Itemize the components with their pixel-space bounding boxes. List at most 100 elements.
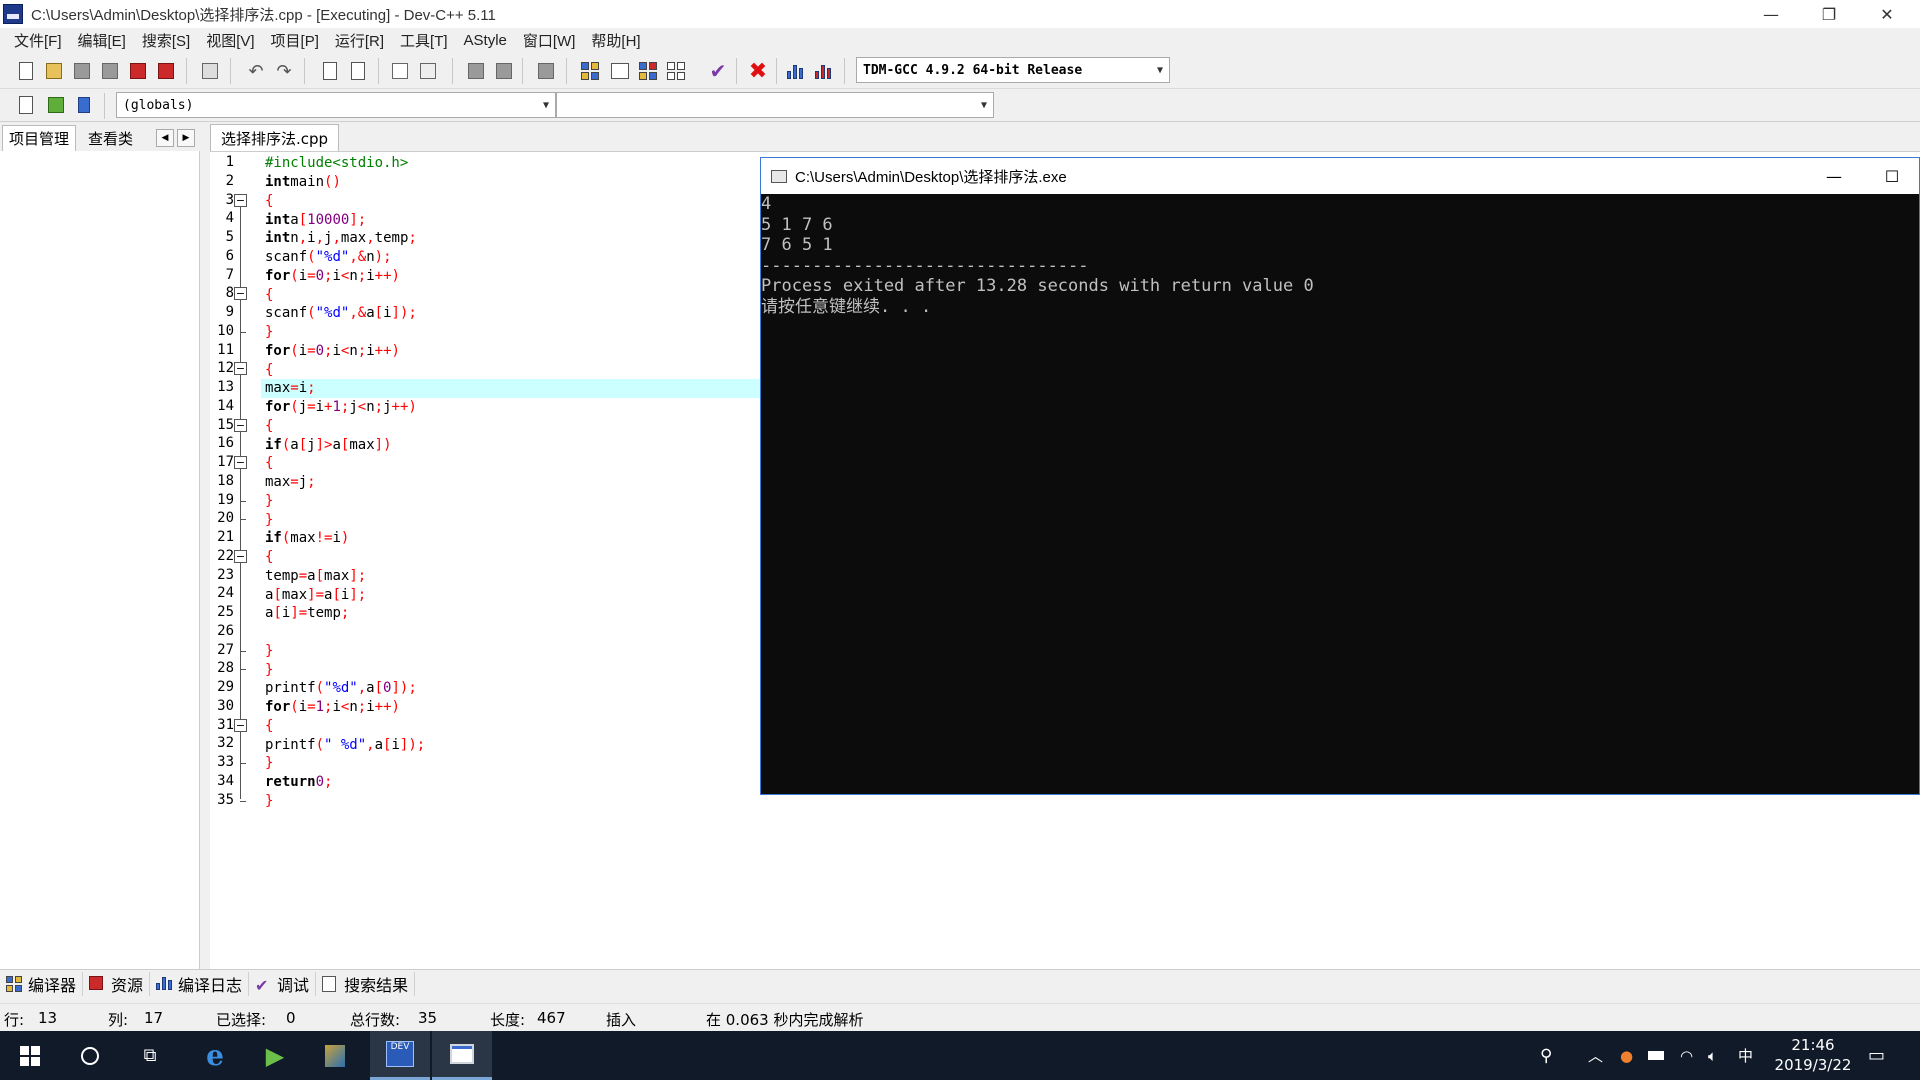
fold-toggle-icon[interactable]: −	[234, 549, 247, 563]
close-button[interactable]: ✕	[1858, 0, 1916, 28]
menu-window[interactable]: 窗口[W]	[515, 30, 584, 51]
system-clock[interactable]: 21:46 2019/3/22	[1768, 1035, 1858, 1075]
code-line[interactable]: {	[265, 454, 273, 473]
code-line[interactable]: int n, i, j, max, temp;	[265, 229, 417, 248]
menu-tools[interactable]: 工具[T]	[392, 30, 456, 51]
code-line[interactable]: }	[265, 642, 273, 661]
code-line[interactable]: a[i] = temp;	[265, 604, 349, 623]
code-line[interactable]: {	[265, 548, 273, 567]
find-icon[interactable]	[318, 59, 342, 83]
action-center-icon[interactable]: ▭	[1868, 1031, 1885, 1080]
menu-edit[interactable]: 编辑[E]	[70, 30, 134, 51]
code-line[interactable]: for (i = 0; i < n; i + +)	[265, 267, 400, 286]
fold-toggle-icon[interactable]: −	[234, 193, 247, 207]
code-line[interactable]: {	[265, 417, 273, 436]
menu-astyle[interactable]: AStyle	[456, 32, 515, 49]
code-line[interactable]: int main()	[265, 173, 341, 192]
editor-file-tab[interactable]: 选择排序法.cpp	[210, 124, 340, 151]
game-launcher-icon[interactable]	[305, 1031, 365, 1080]
goto-icon[interactable]	[44, 93, 68, 117]
code-line[interactable]: for (i = 0; i < n ; i + +)	[265, 342, 400, 361]
code-line[interactable]: return 0;	[265, 773, 332, 792]
people-icon[interactable]: ⚲	[1540, 1031, 1552, 1080]
tab-search-results[interactable]: 搜索结果	[316, 971, 416, 996]
windows-start-icon[interactable]	[0, 1031, 60, 1080]
member-select[interactable]: ▼	[556, 92, 994, 118]
compiler-select[interactable]: TDM-GCC 4.9.2 64-bit Release ▼	[856, 57, 1170, 83]
profile-icon[interactable]	[784, 59, 808, 83]
tray-expand-icon[interactable]: ︿	[1588, 1031, 1603, 1080]
compile-run-icon[interactable]	[636, 59, 660, 83]
tab-debug[interactable]: ✔ 调试	[249, 971, 317, 996]
nav-next-icon[interactable]: ▶	[177, 129, 195, 147]
edge-browser-icon[interactable]: e	[185, 1031, 245, 1080]
code-line[interactable]: if (max ! = i)	[265, 529, 349, 548]
console-window[interactable]: C:\Users\Admin\Desktop\选择排序法.exe — ☐ 45 …	[760, 157, 1920, 795]
run-icon[interactable]	[608, 59, 632, 83]
battery-icon[interactable]	[1648, 1031, 1664, 1080]
minimize-button[interactable]: —	[1742, 0, 1800, 28]
tab-compile-log[interactable]: 编译日志	[150, 971, 250, 996]
media-player-icon[interactable]: ▶	[245, 1031, 305, 1080]
fold-toggle-icon[interactable]: −	[234, 362, 247, 376]
print-icon[interactable]	[198, 59, 222, 83]
wifi-icon[interactable]: ◠	[1680, 1031, 1693, 1080]
code-line[interactable]: #include<stdio.h>	[265, 154, 408, 173]
code-line[interactable]: {	[265, 285, 273, 304]
unindent-icon[interactable]	[464, 59, 488, 83]
stop-execution-icon[interactable]: ✖	[746, 59, 770, 84]
tab-resources[interactable]: 资源	[83, 971, 151, 996]
indent-icon[interactable]	[492, 59, 516, 83]
menu-file[interactable]: 文件[F]	[6, 30, 70, 51]
console-minimize-button[interactable]: —	[1805, 158, 1863, 194]
close-all-icon[interactable]	[154, 59, 178, 83]
menu-help[interactable]: 帮助[H]	[583, 30, 648, 51]
console-maximize-button[interactable]: ☐	[1863, 158, 1920, 194]
goto-line-icon[interactable]	[388, 59, 412, 83]
save-all-icon[interactable]	[98, 59, 122, 83]
compile-icon[interactable]	[578, 59, 602, 83]
devcpp-taskbar-icon[interactable]: DEV	[370, 1031, 430, 1080]
project-tree-panel[interactable]	[0, 151, 200, 969]
code-line[interactable]: }	[265, 323, 273, 342]
code-line[interactable]: }	[265, 660, 273, 679]
code-line[interactable]: scanf("%d", & n);	[265, 248, 392, 267]
code-line[interactable]: printf(" %d", a[i]);	[265, 735, 425, 754]
code-line[interactable]: if (a[j] > a[max])	[265, 435, 392, 454]
comment-icon[interactable]	[534, 59, 558, 83]
code-line[interactable]: }	[265, 754, 273, 773]
code-line[interactable]: max = i;	[265, 379, 316, 398]
search-circle-icon[interactable]	[60, 1031, 120, 1080]
undo-icon[interactable]: ↶	[244, 59, 268, 83]
task-view-icon[interactable]: ⧉	[120, 1031, 180, 1080]
menu-search[interactable]: 搜索[S]	[134, 30, 198, 51]
nav-prev-icon[interactable]: ◀	[156, 129, 174, 147]
rebuild-icon[interactable]	[664, 59, 688, 83]
open-file-icon[interactable]	[42, 59, 66, 83]
menu-project[interactable]: 项目[P]	[263, 30, 327, 51]
tab-classes[interactable]: 查看类	[82, 125, 140, 151]
replace-icon[interactable]	[346, 59, 370, 83]
code-line[interactable]: }	[265, 510, 273, 529]
toggle-bookmark-icon[interactable]	[416, 59, 440, 83]
tab-compiler[interactable]: 编译器	[0, 971, 84, 996]
delete-profile-icon[interactable]	[812, 59, 836, 83]
code-line[interactable]: {	[265, 360, 273, 379]
console-output[interactable]: 45 1 7 67 6 5 1 -------------------------…	[761, 194, 1919, 794]
code-line[interactable]: for (j = i + 1; j < n; j + +)	[265, 398, 417, 417]
code-line[interactable]: int a[10000];	[265, 210, 366, 229]
menu-view[interactable]: 视图[V]	[198, 30, 262, 51]
check-syntax-icon[interactable]: ✔	[706, 59, 730, 83]
notification-app-icon[interactable]: ●	[1620, 1031, 1633, 1080]
fold-toggle-icon[interactable]: −	[234, 718, 247, 732]
code-line[interactable]: {	[265, 192, 273, 211]
code-line[interactable]: }	[265, 792, 273, 811]
bookmark-icon[interactable]	[72, 93, 96, 117]
new-file-icon[interactable]	[14, 59, 38, 83]
fold-toggle-icon[interactable]: −	[234, 456, 247, 469]
fold-toggle-icon[interactable]: −	[234, 287, 247, 301]
code-line[interactable]: for (i = 1; i < n; i + +)	[265, 698, 400, 717]
ime-indicator[interactable]: 中	[1738, 1031, 1753, 1080]
tab-project[interactable]: 项目管理	[2, 125, 77, 151]
code-line[interactable]: {	[265, 717, 273, 736]
